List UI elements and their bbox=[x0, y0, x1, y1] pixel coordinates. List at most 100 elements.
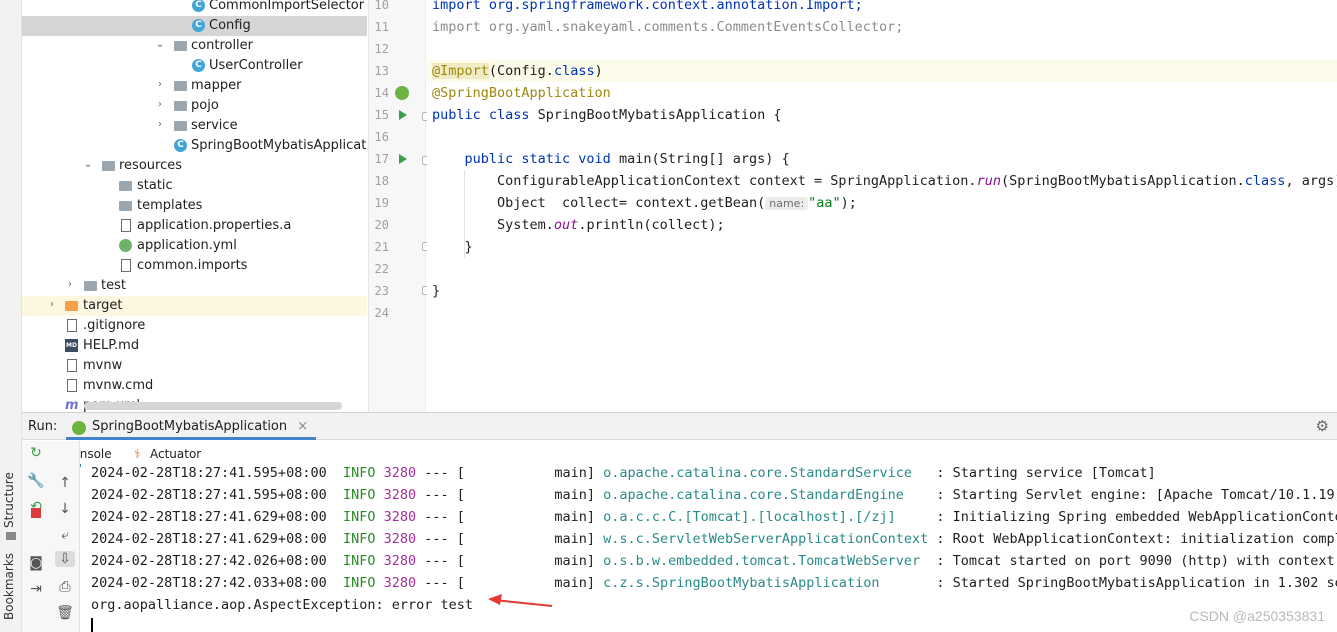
console-output[interactable]: 2024-02-28T18:27:41.595+08:00 INFO 3280 … bbox=[81, 464, 1337, 632]
soft-wrap-icon[interactable]: ⤶ bbox=[55, 527, 75, 543]
tree-item[interactable]: C UserController bbox=[22, 56, 367, 76]
chevron-right-icon[interactable]: › bbox=[155, 119, 165, 130]
trash-icon[interactable]: 🗑 bbox=[55, 605, 75, 621]
code-editor[interactable]: import org.springframework.context.annot… bbox=[427, 0, 1337, 412]
log-logger: o.s.b.w.embedded.tomcat.TomcatWebServer bbox=[603, 553, 929, 569]
tree-item[interactable]: ⌄ resources bbox=[22, 156, 367, 176]
log-logger: o.apache.catalina.core.StandardService bbox=[603, 465, 929, 481]
run-gutter-icon[interactable] bbox=[399, 154, 407, 164]
print-icon[interactable]: ⎙ bbox=[55, 579, 75, 595]
stop-icon[interactable] bbox=[31, 508, 41, 518]
tree-item-label: mvnw.cmd bbox=[83, 378, 154, 393]
resources-folder-icon bbox=[102, 161, 115, 171]
code-text: SpringBootMybatisApplication { bbox=[529, 107, 782, 123]
chevron-right-icon[interactable]: › bbox=[155, 99, 165, 110]
tree-item[interactable]: application.properties.a bbox=[22, 216, 367, 236]
log-logger: w.s.c.ServletWebServerApplicationContext bbox=[603, 531, 929, 547]
run-config-tab[interactable]: SpringBootMybatisApplication × bbox=[66, 416, 317, 440]
tree-item[interactable]: › mapper bbox=[22, 76, 367, 96]
code-text: public class bbox=[432, 107, 530, 123]
bookmarks-tab[interactable]: Bookmarks bbox=[2, 553, 16, 620]
log-line: 2024-02-28T18:27:41.595+08:00 INFO 3280 … bbox=[91, 484, 1337, 506]
tree-item[interactable]: C SpringBootMybatisApplication bbox=[22, 136, 367, 156]
log-line: 2024-02-28T18:27:42.033+08:00 INFO 3280 … bbox=[91, 572, 1337, 594]
tree-item[interactable]: common.imports bbox=[22, 256, 367, 276]
indent-guide bbox=[464, 170, 465, 258]
camera-icon[interactable]: ◙ bbox=[26, 555, 46, 571]
log-message: : Initializing Spring embedded WebApplic… bbox=[936, 509, 1337, 525]
tree-item[interactable]: › target bbox=[22, 296, 367, 316]
spring-bean-icon[interactable] bbox=[395, 86, 409, 100]
tree-item-label: mvnw bbox=[83, 358, 123, 373]
tree-item-label: Config bbox=[209, 18, 251, 33]
tree-item[interactable]: C CommonImportSelector bbox=[22, 0, 367, 16]
tree-horizontal-scrollbar[interactable] bbox=[84, 402, 342, 410]
log-level: INFO bbox=[342, 575, 376, 591]
tree-item[interactable]: › test bbox=[22, 276, 367, 296]
close-tab-icon[interactable]: × bbox=[297, 419, 308, 434]
code-text: import org.yaml.snakeyaml.comments.Comme… bbox=[432, 19, 904, 35]
tree-item[interactable]: › pojo bbox=[22, 96, 367, 116]
tab-actuator-label: Actuator bbox=[150, 447, 202, 461]
chevron-right-icon[interactable]: › bbox=[65, 279, 75, 290]
log-sep: --- [ bbox=[424, 531, 465, 547]
log-message: : Started SpringBootMybatisApplication i… bbox=[936, 575, 1337, 591]
run-gutter-icon[interactable] bbox=[399, 110, 407, 120]
log-level: INFO bbox=[342, 553, 376, 569]
log-sep: --- [ bbox=[424, 575, 465, 591]
structure-tab[interactable]: Structure bbox=[2, 472, 16, 528]
log-timestamp: 2024-02-28T18:27:42.033+08:00 bbox=[91, 575, 327, 591]
tree-item[interactable]: templates bbox=[22, 196, 367, 216]
tree-item[interactable]: .gitignore bbox=[22, 316, 367, 336]
tree-item[interactable]: application.yml bbox=[22, 236, 367, 256]
line-number: 18 bbox=[374, 174, 389, 188]
code-line: @SpringBootApplication bbox=[427, 82, 1337, 104]
chevron-down-icon[interactable]: ⌄ bbox=[155, 39, 165, 50]
log-sep: --- [ bbox=[424, 487, 465, 503]
code-text: } bbox=[432, 283, 441, 299]
chevron-right-icon[interactable]: › bbox=[155, 79, 165, 90]
text-caret bbox=[91, 618, 93, 632]
line-number: 10 bbox=[374, 0, 389, 12]
wrench-icon[interactable]: 🔧 bbox=[26, 473, 46, 489]
log-logger: c.z.s.SpringBootMybatisApplication bbox=[603, 575, 929, 591]
tree-item[interactable]: MD HELP.md bbox=[22, 336, 367, 356]
code-line: Object collect= context.getBean(name: "aa… bbox=[427, 192, 1337, 214]
log-sep: --- [ bbox=[424, 553, 465, 569]
tree-item[interactable]: static bbox=[22, 176, 367, 196]
code-text: .println(collect); bbox=[578, 217, 725, 233]
tree-item[interactable]: › service bbox=[22, 116, 367, 136]
chevron-down-icon[interactable]: ⌄ bbox=[83, 159, 93, 170]
tree-item-label: templates bbox=[137, 198, 203, 213]
scroll-to-end-icon[interactable]: ⇩ bbox=[55, 551, 75, 567]
log-message: : Tomcat started on port 9090 (http) wit… bbox=[936, 553, 1337, 569]
tree-item-selected[interactable]: C Config bbox=[22, 16, 367, 36]
line-number: 17 bbox=[374, 152, 389, 166]
line-number: 16 bbox=[374, 130, 389, 144]
tree-item-label: resources bbox=[119, 158, 183, 173]
exit-icon[interactable]: ⇥ bbox=[26, 581, 46, 597]
log-timestamp: 2024-02-28T18:27:41.629+08:00 bbox=[91, 531, 327, 547]
code-line: import org.yaml.snakeyaml.comments.Comme… bbox=[427, 16, 1337, 38]
annotation-arrow-icon bbox=[488, 594, 553, 607]
rerun-icon[interactable]: ↻ bbox=[26, 445, 46, 461]
tree-item[interactable]: mvnw bbox=[22, 356, 367, 376]
gear-icon[interactable]: ⚙ bbox=[1316, 417, 1329, 435]
log-line: 2024-02-28T18:27:41.629+08:00 INFO 3280 … bbox=[91, 528, 1337, 550]
project-tree: C CommonImportSelector C Config ⌄ contro… bbox=[22, 0, 367, 412]
file-icon bbox=[67, 319, 77, 332]
tree-item[interactable]: ⌄ controller bbox=[22, 36, 367, 56]
tree-item[interactable]: mvnw.cmd bbox=[22, 376, 367, 396]
tree-item-label: common.imports bbox=[137, 258, 248, 273]
code-text: public static void bbox=[432, 151, 611, 167]
arrow-up-icon[interactable]: ↑ bbox=[55, 475, 75, 491]
log-pid: 3280 bbox=[383, 553, 417, 569]
class-icon: C bbox=[192, 59, 205, 72]
chevron-right-icon[interactable]: › bbox=[47, 299, 57, 310]
parameter-hint: name: bbox=[765, 197, 809, 210]
log-thread: main] bbox=[464, 531, 595, 547]
code-text: class bbox=[553, 63, 595, 79]
file-icon bbox=[121, 259, 131, 272]
folder-icon bbox=[84, 281, 97, 291]
arrow-down-icon[interactable]: ↓ bbox=[55, 501, 75, 517]
